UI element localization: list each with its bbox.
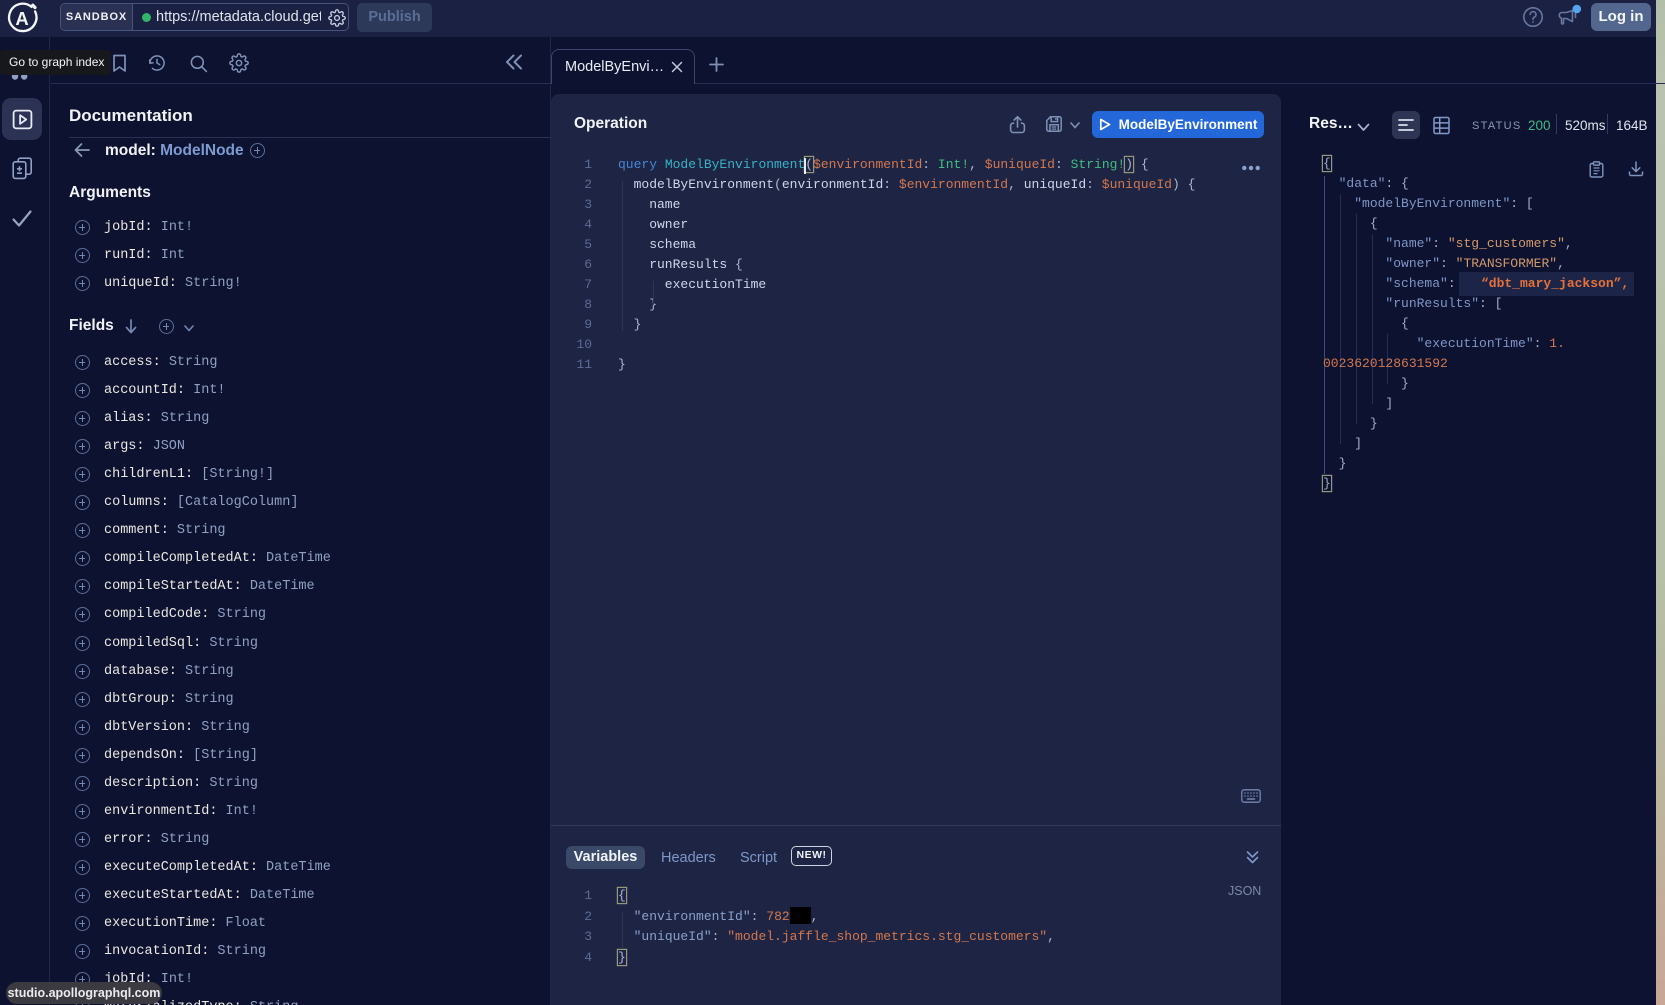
svg-text:A: A [15, 8, 28, 29]
